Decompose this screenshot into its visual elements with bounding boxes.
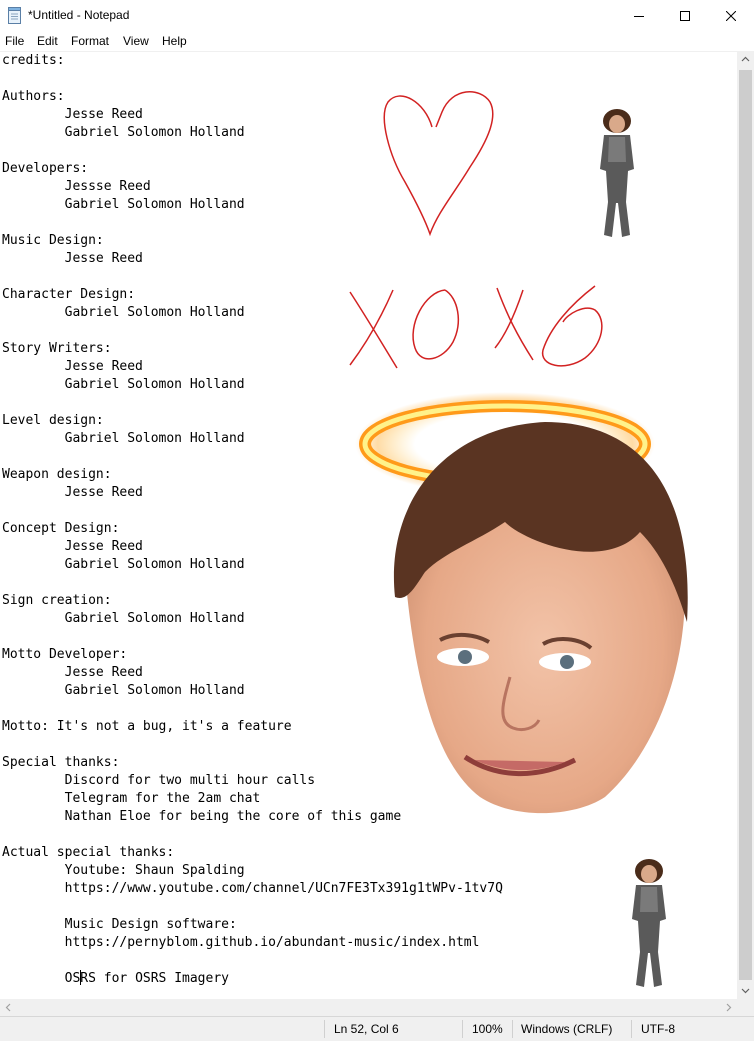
editor-line[interactable]: Jesse Reed xyxy=(2,484,503,502)
editor-line[interactable] xyxy=(2,736,503,754)
menu-bar: File Edit Format View Help xyxy=(0,31,754,51)
editor-line[interactable]: Jesse Reed xyxy=(2,358,503,376)
editor-line[interactable]: Jesse Reed xyxy=(2,538,503,556)
menu-edit[interactable]: Edit xyxy=(37,34,58,48)
editor-line[interactable] xyxy=(2,142,503,160)
editor-line[interactable] xyxy=(2,268,503,286)
window-title: *Untitled - Notepad xyxy=(28,8,130,22)
minimize-icon xyxy=(634,15,644,17)
editor-line[interactable] xyxy=(2,70,503,88)
editor-line[interactable]: Gabriel Solomon Holland xyxy=(2,682,503,700)
editor-line[interactable]: Jessse Reed xyxy=(2,178,503,196)
editor-line[interactable]: https://pernyblom.github.io/abundant-mus… xyxy=(2,934,503,952)
chevron-right-icon xyxy=(726,1003,732,1012)
scroll-up-button[interactable] xyxy=(737,51,754,68)
editor-line[interactable]: Gabriel Solomon Holland xyxy=(2,556,503,574)
editor-line[interactable] xyxy=(2,628,503,646)
editor-line[interactable]: Nathan Eloe for being the core of this g… xyxy=(2,808,503,826)
editor-line[interactable]: Gabriel Solomon Holland xyxy=(2,124,503,142)
status-encoding: UTF-8 xyxy=(641,1022,675,1036)
status-divider xyxy=(324,1020,325,1038)
editor-line[interactable]: Jesse Reed xyxy=(2,250,503,268)
editor-line[interactable]: Gabriel Solomon Holland xyxy=(2,304,503,322)
scroll-left-button[interactable] xyxy=(0,999,17,1016)
editor-line[interactable] xyxy=(2,214,503,232)
editor-line[interactable] xyxy=(2,322,503,340)
editor-line[interactable]: Character Design: xyxy=(2,286,503,304)
chevron-up-icon xyxy=(741,56,750,62)
editor-line[interactable]: Developers: xyxy=(2,160,503,178)
maximize-icon xyxy=(680,10,690,21)
editor-line[interactable]: Weapon design: xyxy=(2,466,503,484)
close-button[interactable] xyxy=(708,0,754,31)
chevron-left-icon xyxy=(5,1003,11,1012)
menu-file[interactable]: File xyxy=(5,34,24,48)
close-icon xyxy=(726,10,736,21)
editor-line[interactable] xyxy=(2,448,503,466)
menu-format[interactable]: Format xyxy=(71,34,109,48)
editor-line[interactable] xyxy=(2,898,503,916)
editor-line[interactable]: Telegram for the 2am chat xyxy=(2,790,503,808)
minimize-button[interactable] xyxy=(616,0,662,31)
editor-line[interactable]: Level design: xyxy=(2,412,503,430)
editor-line[interactable]: Story Writers: xyxy=(2,340,503,358)
editor-line[interactable]: https://www.youtube.com/channel/UCn7FE3T… xyxy=(2,880,503,898)
editor-line[interactable] xyxy=(2,502,503,520)
scroll-down-button[interactable] xyxy=(737,982,754,999)
editor-line[interactable] xyxy=(2,826,503,844)
character-figure-bottom xyxy=(632,859,666,987)
vertical-scrollbar[interactable] xyxy=(737,51,754,999)
status-divider xyxy=(631,1020,632,1038)
status-cursor-position: Ln 52, Col 6 xyxy=(334,1022,399,1036)
text-editor[interactable]: credits: Authors: Jesse Reed Gabriel Sol… xyxy=(0,51,737,999)
status-divider xyxy=(512,1020,513,1038)
editor-line[interactable] xyxy=(2,952,503,970)
editor-line[interactable]: credits: xyxy=(2,52,503,70)
scrollbar-corner xyxy=(737,999,754,1016)
horizontal-scrollbar[interactable] xyxy=(0,999,737,1016)
status-divider xyxy=(462,1020,463,1038)
status-zoom: 100% xyxy=(472,1022,503,1036)
scroll-right-button[interactable] xyxy=(720,999,737,1016)
editor-line[interactable]: Music Design: xyxy=(2,232,503,250)
editor-line[interactable]: Actual special thanks: xyxy=(2,844,503,862)
editor-line[interactable]: Gabriel Solomon Holland xyxy=(2,376,503,394)
editor-content[interactable]: credits: Authors: Jesse Reed Gabriel Sol… xyxy=(2,52,503,988)
editor-line[interactable]: Youtube: Shaun Spalding xyxy=(2,862,503,880)
maximize-button[interactable] xyxy=(662,0,708,31)
title-bar: *Untitled - Notepad xyxy=(0,0,754,31)
editor-line[interactable]: Gabriel Solomon Holland xyxy=(2,430,503,448)
status-line-endings: Windows (CRLF) xyxy=(521,1022,613,1036)
editor-line[interactable]: Concept Design: xyxy=(2,520,503,538)
editor-line[interactable]: Gabriel Solomon Holland xyxy=(2,196,503,214)
editor-line[interactable]: Authors: xyxy=(2,88,503,106)
chevron-down-icon xyxy=(741,988,750,994)
editor-line[interactable]: Music Design software: xyxy=(2,916,503,934)
editor-line[interactable]: Gabriel Solomon Holland xyxy=(2,610,503,628)
editor-line[interactable]: Discord for two multi hour calls xyxy=(2,772,503,790)
menu-help[interactable]: Help xyxy=(162,34,187,48)
editor-line[interactable]: Motto Developer: xyxy=(2,646,503,664)
editor-line[interactable] xyxy=(2,700,503,718)
scrollbar-thumb[interactable] xyxy=(739,70,752,980)
character-figure-top xyxy=(600,109,634,237)
editor-line[interactable]: Special thanks: xyxy=(2,754,503,772)
editor-line[interactable]: Jesse Reed xyxy=(2,106,503,124)
status-bar: Ln 52, Col 6 100% Windows (CRLF) UTF-8 xyxy=(0,1016,754,1041)
editor-line[interactable]: OSRS for OSRS Imagery xyxy=(2,970,503,988)
editor-line[interactable]: Jesse Reed xyxy=(2,664,503,682)
menu-view[interactable]: View xyxy=(123,34,149,48)
editor-line[interactable]: Sign creation: xyxy=(2,592,503,610)
editor-line[interactable] xyxy=(2,574,503,592)
editor-line[interactable]: Motto: It's not a bug, it's a feature xyxy=(2,718,503,736)
editor-line[interactable] xyxy=(2,394,503,412)
notepad-icon xyxy=(8,7,21,24)
